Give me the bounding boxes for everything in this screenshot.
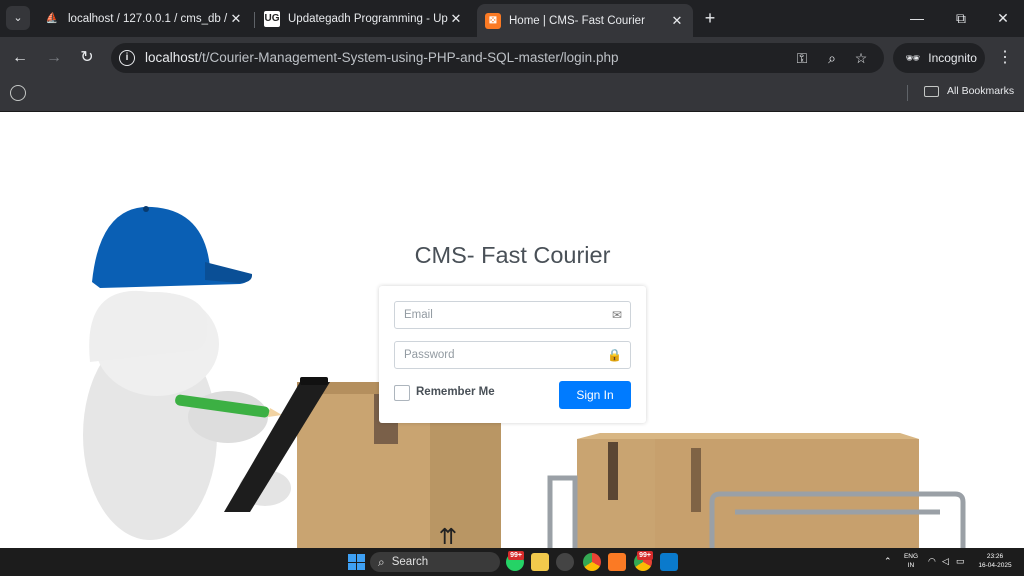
globe-icon[interactable] (10, 85, 26, 101)
tab-phpmyadmin[interactable]: ⛵ localhost / 127.0.0.1 / cms_db / us ✕ (36, 4, 252, 33)
password-key-icon[interactable]: ⚿ (793, 49, 811, 67)
lang-bottom: IN (907, 562, 915, 569)
browser-menu-icon[interactable]: ⋮ (995, 46, 1015, 70)
chrome-incognito-icon[interactable] (556, 553, 574, 571)
email-placeholder: Email (404, 309, 433, 321)
clock[interactable]: 23:26 16-04-2025 (975, 552, 1015, 570)
file-explorer-icon[interactable] (531, 553, 549, 571)
updategadh-icon: UG (264, 10, 280, 27)
lock-icon: 🔒 (607, 348, 622, 362)
language-indicator[interactable]: ENG IN (902, 552, 920, 570)
taskbar-search[interactable]: ⌕ Search (370, 552, 500, 572)
search-icon: ⌕ (378, 554, 385, 569)
folder-icon (924, 85, 939, 97)
vscode-icon[interactable] (660, 553, 678, 571)
svg-text:⇈: ⇈ (439, 525, 457, 548)
sign-in-button[interactable]: Sign In (559, 381, 631, 409)
all-bookmarks-label: All Bookmarks (947, 85, 1015, 97)
incognito-icon: 🕶 (905, 51, 921, 65)
zoom-icon[interactable]: ⌕ (823, 49, 841, 67)
url-host: localhost (145, 50, 199, 65)
notification-badge: 99+ (637, 551, 653, 560)
bookmarks-separator (907, 85, 908, 101)
xampp-icon: ⊠ (485, 12, 501, 29)
incognito-label: Incognito (928, 51, 977, 65)
restore-icon[interactable]: ⧉ (946, 6, 976, 30)
new-tab-button[interactable]: + (700, 8, 720, 28)
minimize-icon[interactable]: — (902, 6, 932, 30)
windows-start-icon[interactable] (347, 553, 365, 571)
chrome-icon[interactable] (583, 553, 601, 571)
envelope-icon: ✉ (611, 308, 622, 322)
phpmyadmin-icon: ⛵ (45, 13, 59, 24)
browser-tab-bar: ⌄ ⛵ localhost / 127.0.0.1 / cms_db / us … (0, 0, 1024, 37)
back-arrow-icon[interactable]: ← (8, 46, 32, 70)
courier-person-figure (83, 206, 330, 540)
tab-title: Updategadh Programming - Upda (288, 12, 448, 25)
wifi-icon[interactable]: ◠ (928, 556, 936, 567)
incognito-badge[interactable]: 🕶 Incognito (893, 43, 985, 73)
url-text[interactable]: localhost/t/Courier-Management-System-us… (145, 50, 618, 65)
url-path: /t/Courier-Management-System-using-PHP-a… (198, 50, 619, 65)
clock-date: 16-04-2025 (978, 562, 1012, 569)
xampp-taskbar-icon[interactable] (608, 553, 626, 571)
tray-chevron-icon[interactable]: ⌃ (884, 556, 892, 567)
window-close-icon[interactable]: ✕ (988, 6, 1018, 30)
login-card: Email ✉ Password 🔒 Remember Me Sign In (379, 286, 646, 423)
tab-updategadh[interactable]: UG Updategadh Programming - Upda ✕ (256, 4, 472, 33)
clock-time: 23:26 (986, 553, 1004, 560)
password-placeholder: Password (404, 349, 455, 361)
password-field[interactable]: Password 🔒 (394, 341, 631, 369)
browser-toolbar: ← → ↻ i localhost/t/Courier-Management-S… (0, 37, 1024, 79)
forward-arrow-icon[interactable]: → (42, 46, 66, 70)
tab-fast-courier[interactable]: ⊠ Home | CMS- Fast Courier ✕ (477, 4, 693, 37)
taskbar-search-label: Search (391, 556, 429, 568)
volume-icon[interactable]: ◁ (942, 556, 949, 567)
lang-top: ENG (903, 553, 919, 560)
tab-separator (254, 12, 255, 28)
address-bar[interactable]: i localhost/t/Courier-Management-System-… (111, 43, 884, 73)
all-bookmarks-button[interactable]: All Bookmarks (924, 85, 1014, 97)
remember-me-label[interactable]: Remember Me (416, 386, 495, 398)
remember-me-checkbox[interactable] (394, 385, 410, 401)
tab-close-icon[interactable]: ✕ (228, 11, 244, 27)
bookmarks-bar: All Bookmarks (0, 79, 1024, 112)
login-page: ⇈ CMS- Fast Courier Email ✉ Password 🔒 R… (0, 112, 1024, 548)
tab-close-icon[interactable]: ✕ (669, 13, 685, 29)
tab-search-chevron-icon[interactable]: ⌄ (6, 6, 30, 30)
windows-taskbar: ⌕ Search 99+ 99+ ⌃ ENG IN ◠ ◁ ▭ 23:26 16… (0, 548, 1024, 576)
cardboard-box-right (577, 433, 919, 548)
bookmark-star-icon[interactable]: ☆ (852, 49, 870, 67)
tab-title: localhost / 127.0.0.1 / cms_db / us (68, 12, 228, 25)
tab-close-icon[interactable]: ✕ (448, 11, 464, 27)
reload-icon[interactable]: ↻ (75, 46, 99, 70)
tab-title: Home | CMS- Fast Courier (509, 14, 645, 27)
email-field[interactable]: Email ✉ (394, 301, 631, 329)
brand-title: CMS- Fast Courier (414, 242, 611, 268)
notification-badge: 99+ (508, 551, 524, 560)
battery-icon[interactable]: ▭ (956, 556, 965, 567)
site-info-icon[interactable]: i (119, 50, 135, 66)
